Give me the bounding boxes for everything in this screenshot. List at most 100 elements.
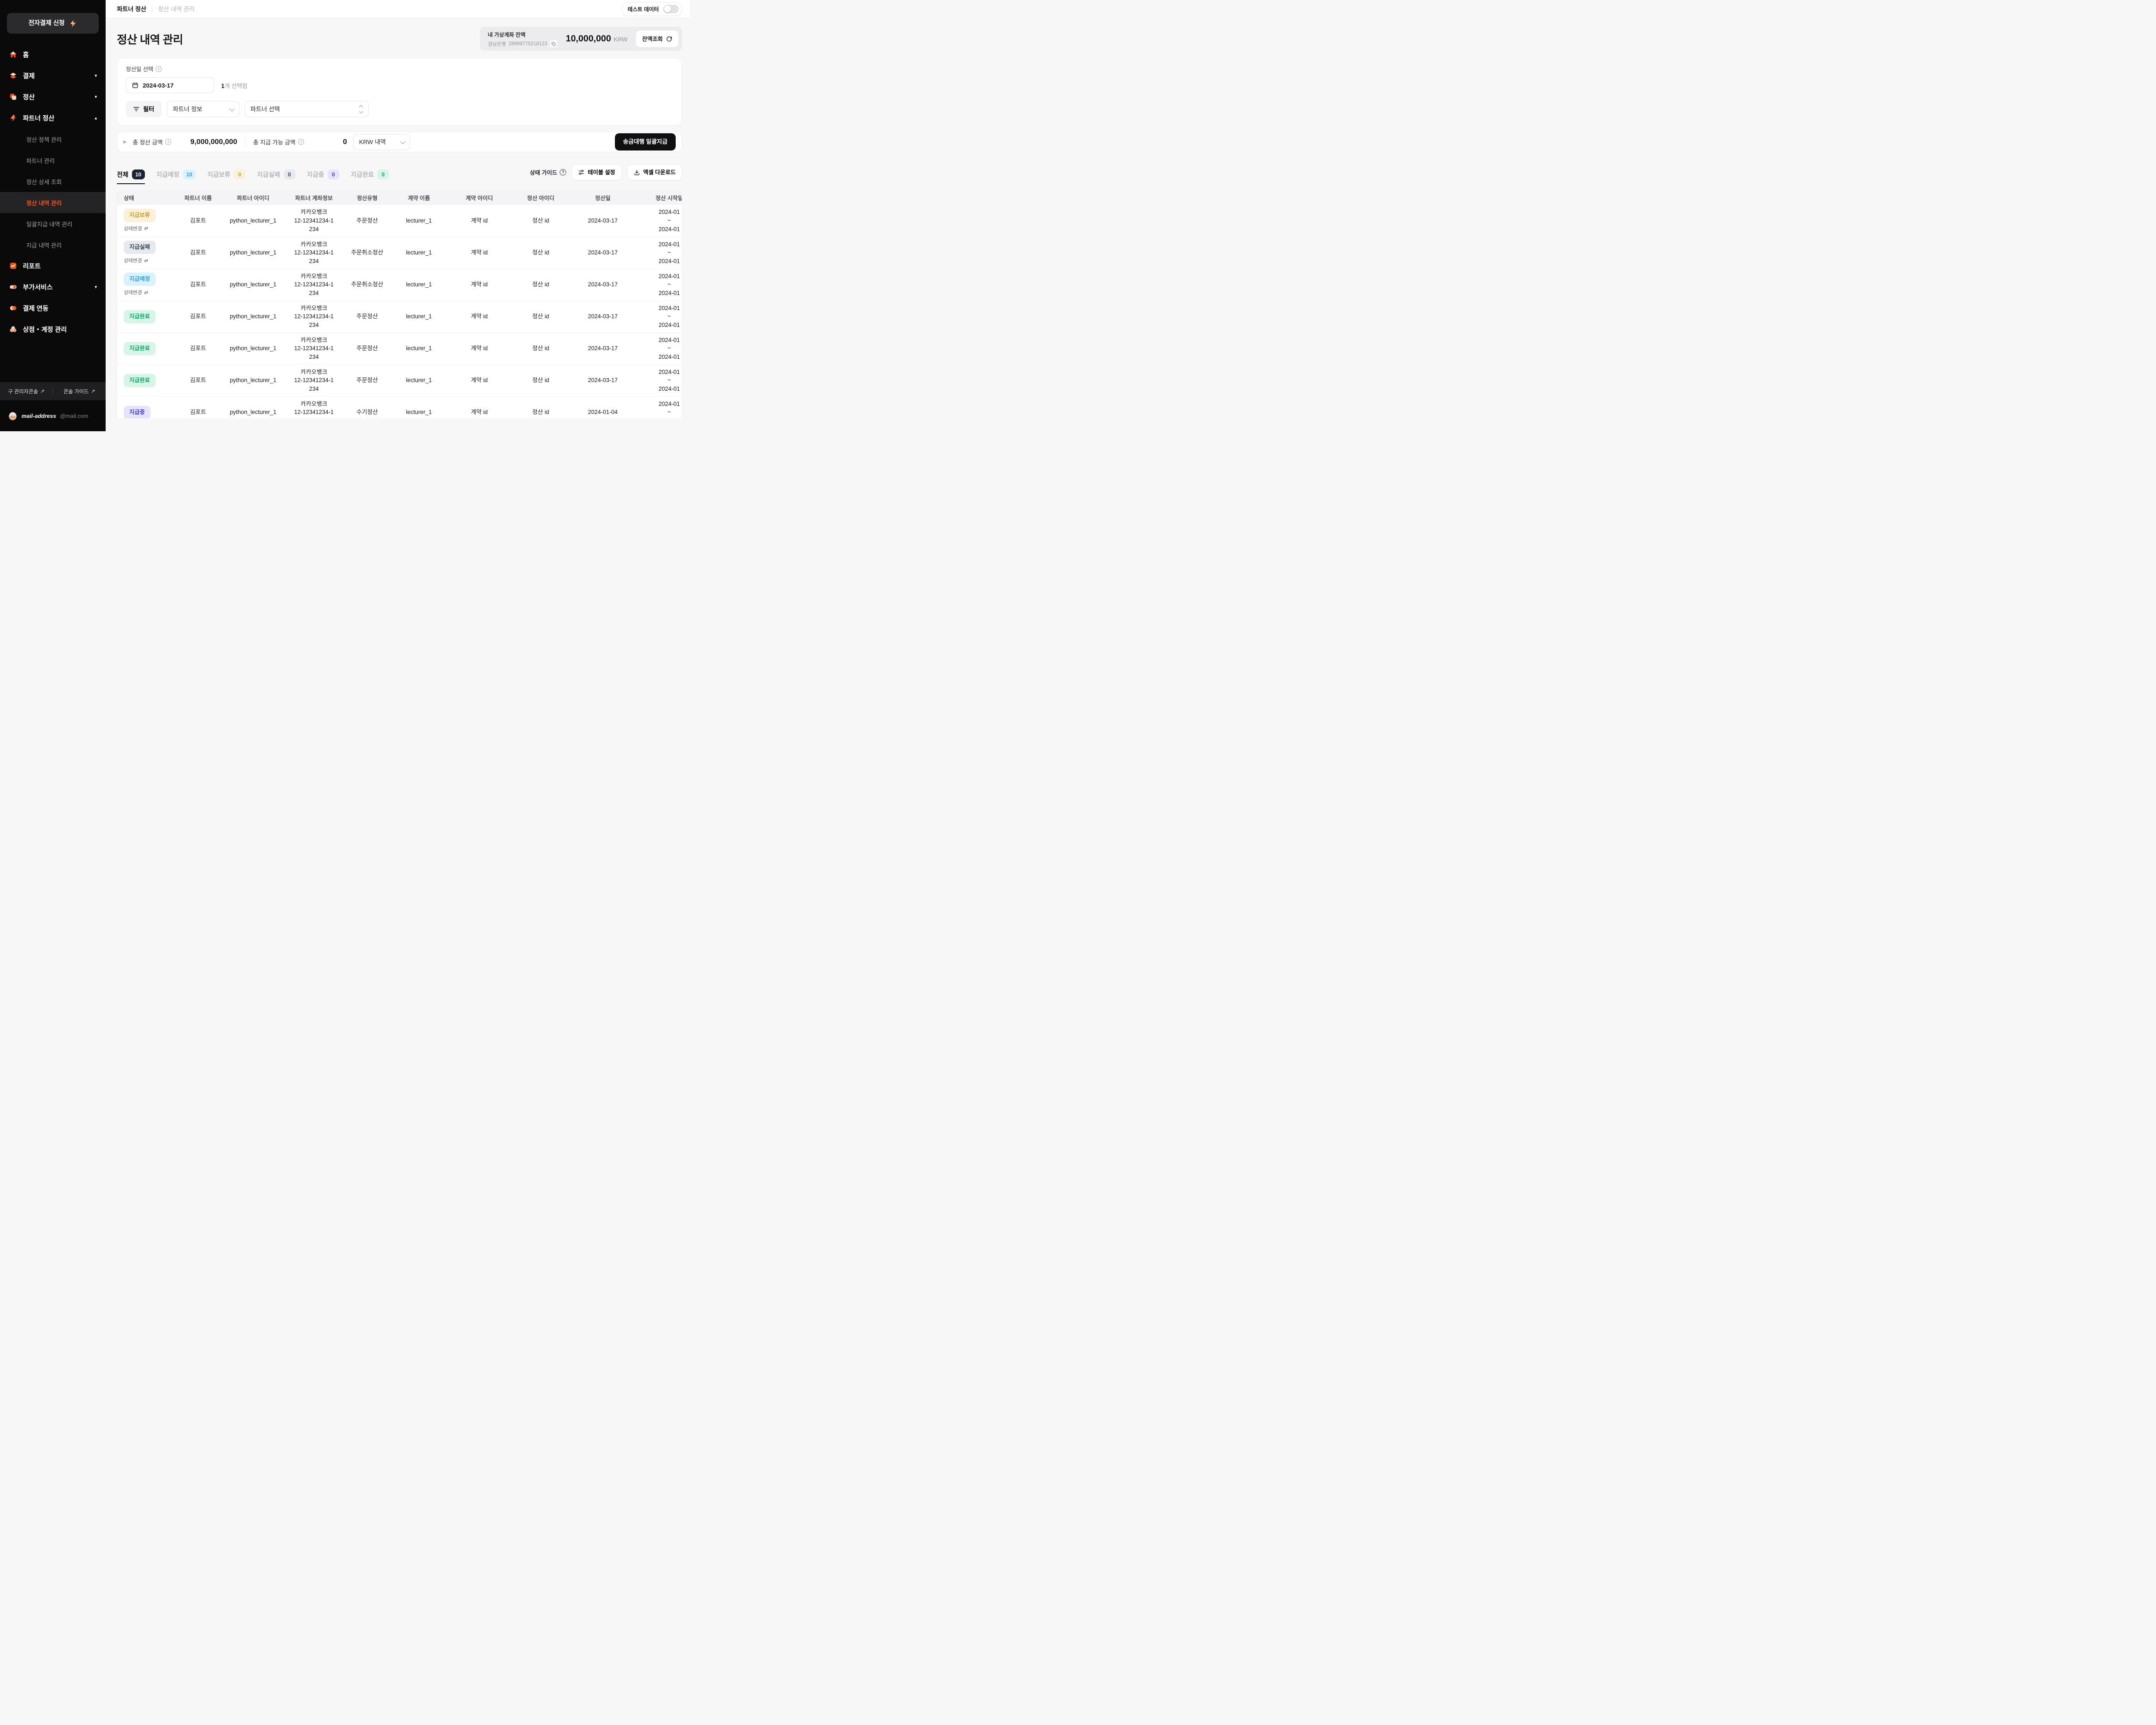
status-badge: 지급중 (124, 406, 150, 419)
sidebar-item-부가서비스[interactable]: 부가서비스▾ (0, 276, 106, 298)
contract-id-cell: 계약 id (448, 269, 511, 301)
column-header-정산 시작일: 정산 시작일 (635, 190, 682, 205)
tab-count-badge: 10 (132, 169, 145, 179)
bank-name: 경남은행 (488, 41, 506, 47)
expand-triangle-icon[interactable]: ▶ (123, 140, 127, 144)
sidebar-subitem-일괄지급 내역 관리[interactable]: 일괄지급 내역 관리 (0, 213, 106, 234)
column-header-파트너 이름: 파트너 이름 (173, 190, 223, 205)
table-row: 지급예정상태변경⇄김포트python_lecturer_1카카오뱅크12-123… (117, 269, 682, 301)
sidebar-subitem-파트너 관리[interactable]: 파트너 관리 (0, 150, 106, 171)
avatar (8, 411, 18, 421)
contract-id-cell: 계약 id (448, 237, 511, 269)
sidebar-item-결제 연동[interactable]: 결제 연동 (0, 298, 106, 319)
e-payment-apply-button[interactable]: 전자결제 신청 (7, 13, 99, 34)
settlement-id-cell: 정산 id (511, 364, 571, 396)
settlement-type-cell: 주문정산 (345, 364, 390, 396)
table-settings-button[interactable]: 테이블 설정 (572, 164, 621, 180)
balance-amount: 10,000,000 (566, 34, 611, 44)
tab-지급완료[interactable]: 지급완료0 (351, 169, 389, 184)
bulk-transfer-pay-button[interactable]: 송금대행 일괄지급 (615, 133, 676, 151)
lightning-icon (69, 19, 77, 28)
sidebar-item-정산[interactable]: 정산▾ (0, 86, 106, 107)
partner-name-cell: 김포트 (173, 237, 223, 269)
swap-arrows-icon: ⇄ (144, 258, 148, 265)
settlement-date-cell: 2024-03-17 (571, 332, 635, 364)
test-data-toggle[interactable] (663, 5, 679, 13)
footer-link-콘솔 가이드[interactable]: 콘솔 가이드↗ (53, 388, 106, 395)
settlement-type-cell: 주문취소정산 (345, 237, 390, 269)
status-cell: 지급예정상태변경⇄ (117, 269, 173, 301)
settlement-type-cell: 주문정산 (345, 301, 390, 332)
partner-account-cell: 카카오뱅크12-12341234-1234 (283, 269, 345, 301)
table-row: 지급중김포트python_lecturer_1카카오뱅크12-12341234-… (117, 396, 682, 418)
refresh-label: 잔액조회 (642, 36, 663, 42)
partner-account-cell: 카카오뱅크12-12341234-1234 (283, 301, 345, 332)
sidebar-subitem-지급 내역 관리[interactable]: 지급 내역 관리 (0, 234, 106, 255)
excel-download-label: 엑셀 다운로드 (643, 169, 676, 175)
total-settlement-label: 총 정산 금액 (133, 138, 163, 146)
table-row: 지급완료김포트python_lecturer_1카카오뱅크12-12341234… (117, 301, 682, 332)
settlement-id-cell: 정산 id (511, 205, 571, 237)
settlement-id-cell: 정산 id (511, 396, 571, 418)
status-guide-link[interactable]: 상태 가이드 ? (530, 168, 566, 176)
external-link-icon: ↗ (40, 388, 44, 394)
contract-name-cell: lecturer_1 (390, 205, 448, 237)
sidebar-item-홈[interactable]: 홈 (0, 44, 106, 65)
settlement-period-cell: 2024-01~2024-01 (635, 269, 682, 301)
copy-icon[interactable] (550, 40, 557, 47)
account-row[interactable]: mail-address @mail.com (0, 400, 106, 431)
sidebar-item-결제[interactable]: 결제▾ (0, 65, 106, 86)
breadcrumb-section[interactable]: 파트너 정산 (117, 5, 146, 13)
column-header-정산일: 정산일 (571, 190, 635, 205)
excel-download-button[interactable]: 엑셀 다운로드 (627, 164, 682, 180)
status-change-label: 상태변경 (124, 226, 142, 233)
tabs-row: 전체10 지급예정10 지급보류0 지급실패0 지급중0 지급완료0 상태 가이드 ? 테… (117, 164, 682, 184)
status-change-link[interactable]: 상태변경⇄ (124, 226, 173, 233)
sidebar-item-리포트[interactable]: 리포트 (0, 255, 106, 276)
tab-지급중[interactable]: 지급중0 (307, 169, 339, 184)
contract-id-cell: 계약 id (448, 364, 511, 396)
tab-label: 지급실패 (257, 170, 280, 179)
tab-전체[interactable]: 전체10 (117, 169, 145, 184)
balance-refresh-button[interactable]: 잔액조회 (636, 31, 678, 47)
partner-id-cell: python_lecturer_1 (223, 364, 283, 396)
contract-id-cell: 계약 id (448, 332, 511, 364)
sidebar-item-파트너 정산[interactable]: 파트너 정산▴ (0, 107, 106, 129)
account-name: mail-address (22, 413, 56, 419)
column-header-상태: 상태 (117, 190, 173, 205)
partner-name-cell: 김포트 (173, 364, 223, 396)
sidebar-item-상점・계정 관리[interactable]: 상점・계정 관리 (0, 319, 106, 340)
sidebar-item-label: 상점・계정 관리 (23, 325, 67, 334)
sidebar-subitem-정산 정책 관리[interactable]: 정산 정책 관리 (0, 129, 106, 150)
footer-link-구 관리자콘솔[interactable]: 구 관리자콘솔↗ (0, 388, 53, 395)
settlement-date-cell: 2024-03-17 (571, 205, 635, 237)
settlement-date-input[interactable]: 2024-03-17 (126, 77, 214, 93)
filter-button[interactable]: 필터 (126, 101, 162, 117)
status-cell: 지급중 (117, 396, 173, 418)
tab-label: 지급완료 (351, 170, 374, 179)
breadcrumb: 파트너 정산 정산 내역 관리 (117, 5, 194, 13)
layers-icon (9, 72, 17, 80)
currency-detail-dropdown[interactable]: KRW 내역 (353, 134, 410, 150)
contract-name-cell: lecturer_1 (390, 364, 448, 396)
settlement-id-cell: 정산 id (511, 301, 571, 332)
sidebar-subitem-정산 상세 조회[interactable]: 정산 상세 조회 (0, 171, 106, 192)
info-icon[interactable]: i (156, 66, 162, 72)
partner-select-dropdown[interactable]: 파트너 선택 (244, 101, 369, 117)
selected-count: 1개 선택됨 (221, 81, 248, 90)
info-icon[interactable]: i (298, 139, 304, 145)
column-header-정산유형: 정산유형 (345, 190, 390, 205)
sidebar-subitem-정산 내역 관리[interactable]: 정산 내역 관리 (0, 192, 106, 213)
table-row: 지급완료김포트python_lecturer_1카카오뱅크12-12341234… (117, 332, 682, 364)
partner-name-cell: 김포트 (173, 269, 223, 301)
tab-지급실패[interactable]: 지급실패0 (257, 169, 295, 184)
partner-info-dropdown[interactable]: 파트너 정보 (167, 101, 239, 117)
status-cell: 지급완료 (117, 364, 173, 396)
tab-지급보류[interactable]: 지급보류0 (207, 169, 245, 184)
status-change-link[interactable]: 상태변경⇄ (124, 289, 173, 297)
status-change-link[interactable]: 상태변경⇄ (124, 257, 173, 265)
tab-지급예정[interactable]: 지급예정10 (157, 169, 196, 184)
chevron-down-icon: ▾ (94, 284, 97, 290)
partner-select-value: 파트너 선택 (251, 105, 280, 113)
info-icon[interactable]: i (165, 139, 171, 145)
